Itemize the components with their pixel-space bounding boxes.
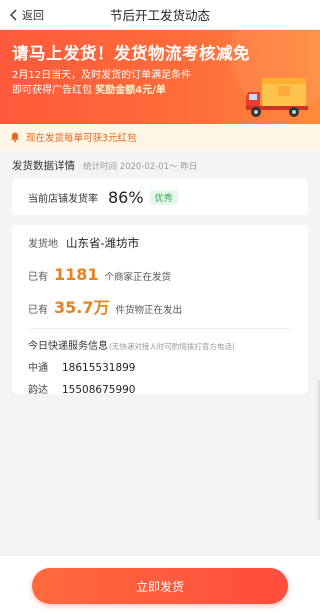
merchant-count: 1181 bbox=[54, 265, 99, 284]
bell-icon bbox=[11, 132, 19, 142]
content-area: 发货数据详情 统计时间 2020-02-01～ 昨日 当前店铺发货率 86% 优… bbox=[0, 150, 320, 600]
data-section-header: 发货数据详情 统计时间 2020-02-01～ 昨日 bbox=[0, 151, 320, 177]
express-note: (无快递对接人时可酌情拨打官方电话) bbox=[109, 342, 235, 351]
promo-banner: 请马上发货！发货物流考核减免 2月12日当天，及时发货的订单满足条件 即可获得广… bbox=[0, 30, 320, 124]
back-label: 返回 bbox=[22, 8, 44, 22]
rating-badge: 优秀 bbox=[149, 189, 178, 205]
back-button[interactable]: 返回 bbox=[0, 0, 44, 29]
shipping-rate-value: 86% bbox=[108, 187, 144, 207]
section-title: 发货数据详情 bbox=[12, 160, 75, 172]
banner-reward-amount: 奖励金额4元/单 bbox=[95, 85, 166, 96]
express-row-zto: 中通 18615531899 bbox=[28, 359, 292, 374]
express-header: 今日快递服务信息 (无快递对接人时可酌情拨打官方电话) bbox=[28, 337, 292, 352]
shipping-rate-label: 当前店铺发货率 bbox=[28, 193, 98, 205]
express-title: 今日快递服务信息 bbox=[28, 341, 108, 352]
courier-phone[interactable]: 18615531899 bbox=[62, 362, 136, 374]
stat-prefix: 已有 bbox=[28, 305, 48, 316]
courier-phone[interactable]: 15508675990 bbox=[62, 384, 136, 396]
goods-count-row: 已有 35.7万 件货物正在发出 bbox=[28, 294, 292, 318]
footer-bar: 立即发货 bbox=[0, 555, 320, 613]
ship-now-button[interactable]: 立即发货 bbox=[32, 568, 288, 604]
stat-text: 个商家正在发货 bbox=[104, 272, 172, 283]
goods-count: 35.7万 bbox=[54, 298, 110, 317]
origin-row: 发货地 山东省-潍坊市 bbox=[28, 235, 292, 251]
shipping-rate-card: 当前店铺发货率 86% 优秀 bbox=[12, 179, 308, 215]
origin-value: 山东省-潍坊市 bbox=[66, 236, 140, 250]
navigation-bar: 返回 节后开工发货动态 bbox=[0, 0, 320, 30]
truck-icon bbox=[246, 78, 308, 117]
scroll-edge-shadow bbox=[316, 380, 320, 520]
merchant-count-row: 已有 1181 个商家正在发货 bbox=[28, 265, 292, 284]
page-title: 节后开工发货动态 bbox=[109, 8, 210, 23]
notice-bar: 现在发货每单可获3元红包 bbox=[0, 124, 320, 150]
divider bbox=[28, 328, 292, 329]
courier-name: 中通 bbox=[28, 363, 48, 374]
banner-line-2-prefix: 即可获得广告红包 bbox=[12, 85, 92, 96]
chevron-left-icon bbox=[10, 9, 17, 20]
notice-text: 现在发货每单可获3元红包 bbox=[26, 133, 137, 144]
origin-label: 发货地 bbox=[28, 239, 58, 250]
statistics-period: 统计时间 2020-02-01～ 昨日 bbox=[83, 162, 198, 172]
courier-name: 韵达 bbox=[28, 385, 48, 396]
stat-prefix: 已有 bbox=[28, 272, 48, 283]
stat-text: 件货物正在发出 bbox=[115, 305, 182, 316]
express-row-yunda: 韵达 15508675990 bbox=[28, 381, 292, 396]
shipping-info-card: 发货地 山东省-潍坊市 已有 1181 个商家正在发货 已有 35.7万 件货物… bbox=[12, 225, 308, 396]
